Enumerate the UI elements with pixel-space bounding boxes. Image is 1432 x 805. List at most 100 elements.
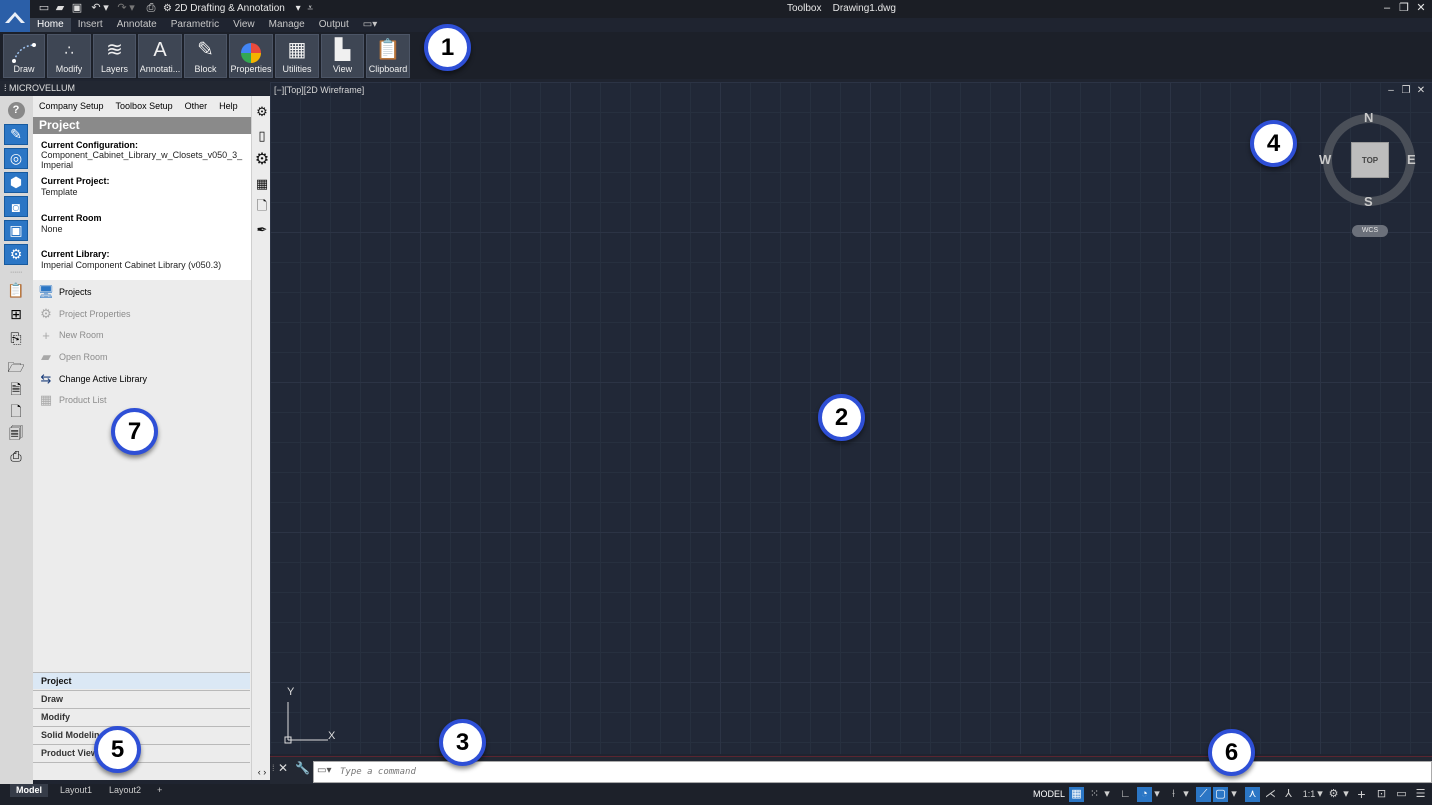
annotation-monitor-icon[interactable]: + [1354,787,1369,802]
print-icon[interactable]: ⎙ [4,446,28,467]
view-button[interactable]: ▙ View [321,34,364,78]
tab-model[interactable]: Model [10,784,48,797]
wrench-customize-icon[interactable]: 🔧 [295,761,310,775]
compass-north[interactable]: N [1364,110,1373,125]
object-snap-tracking-icon[interactable]: ⟋ [1196,787,1211,802]
close-window-button[interactable]: ✕ [1414,1,1428,16]
tab-home[interactable]: Home [30,18,71,32]
report-icon[interactable]: 🗎 [4,380,28,401]
paste-icon[interactable]: 📋 [4,280,28,301]
properties-button[interactable]: Properties [229,34,273,78]
tab-view[interactable]: View [226,18,262,32]
command-history-icon[interactable]: ▭▾ [317,765,331,776]
tab-layout1[interactable]: Layout1 [54,784,98,797]
large-gear-icon[interactable]: ⚙ [254,150,270,170]
plot-print-icon[interactable]: ⎙ [144,2,158,15]
layers-button[interactable]: ≋ Layers [93,34,136,78]
menu-toolbox-setup[interactable]: Toolbox Setup [110,99,179,113]
tab-insert[interactable]: Insert [71,18,110,32]
section-tab-solid-modeling[interactable]: Solid Modeling [33,726,250,743]
settings-gear-icon[interactable]: ⚙ [254,102,270,122]
open-folder-icon[interactable]: ▰ [53,2,67,15]
section-tab-modify[interactable]: Modify [33,708,250,725]
model-space-button[interactable]: MODEL [1031,787,1067,802]
compass-west[interactable]: W [1319,152,1331,167]
auto-scale-icon[interactable]: ⋌ [1263,787,1278,802]
viewcube-top-face[interactable]: TOP [1351,142,1389,178]
section-tab-project[interactable]: Project [33,672,250,689]
grid-display-icon[interactable]: ▦ [1069,787,1084,802]
viewport-minimize-button[interactable]: – [1385,85,1397,96]
page-icon[interactable]: 🗋 [254,196,270,216]
workspace-dropdown-icon[interactable]: ▾ [1342,787,1350,802]
minimize-button[interactable]: – [1380,1,1394,16]
scroll-arrows-icon[interactable]: ‹ › [254,762,270,782]
layout-settings-icon[interactable]: ▣ [4,220,28,241]
restore-button[interactable]: ❐ [1397,1,1411,16]
crop-icon[interactable]: ⊞ [4,304,28,325]
new-room-action[interactable]: + New Room [36,325,103,345]
application-menu-button[interactable] [0,0,30,34]
compass-south[interactable]: S [1364,194,1373,209]
grip-icon[interactable]: ⁞ [272,763,275,773]
osnap-dropdown-icon[interactable]: ▾ [1230,787,1238,802]
projects-action[interactable]: 🖥 Projects [36,282,92,302]
change-active-library-action[interactable]: ⇆ Change Active Library [36,369,148,389]
gear-settings-icon[interactable]: ⚙ [4,244,28,265]
command-input[interactable]: ▭▾ Type a command [313,761,1432,783]
object-snap-icon[interactable]: ▢ [1213,787,1228,802]
new-file-icon[interactable]: ▭ [37,2,51,15]
annotation-scale-icon[interactable]: ⅄ [1281,787,1296,802]
redo-icon[interactable]: ↷ [115,2,129,15]
open-folder-icon[interactable]: 🗁 [4,358,28,379]
undo-icon[interactable]: ↶ [89,2,103,15]
menu-help[interactable]: Help [213,99,244,113]
spreadsheet-icon[interactable]: ▦ [254,174,270,194]
project-properties-action[interactable]: ⚙ Project Properties [36,304,130,324]
clipboard-edit-icon[interactable]: ⎘ [4,328,28,349]
clipboard-button[interactable]: 📋 Clipboard [366,34,410,78]
clean-screen-icon[interactable]: ▭ [1394,787,1409,802]
compass-east[interactable]: E [1407,152,1416,167]
pen-icon[interactable]: ✒ [254,220,270,240]
units-icon[interactable]: ⊡ [1374,787,1389,802]
palette-title-bar[interactable]: ⁞ MICROVELLUM [0,81,270,95]
tab-annotate[interactable]: Annotate [110,18,164,32]
document-icon[interactable]: ▯ [254,126,270,146]
scale-dropdown-icon[interactable]: ▾ [1316,787,1324,802]
isodraft-dropdown-icon[interactable]: ▾ [1182,787,1190,802]
annotation-button[interactable]: A Annotati... [138,34,182,78]
spiral-icon[interactable]: ◎ [4,148,28,169]
section-tab-product-view[interactable]: Product View [33,744,250,761]
save-icon[interactable]: ▣ [70,2,84,15]
add-document-icon[interactable]: 🗋 [4,402,28,423]
tab-output[interactable]: Output [312,18,356,32]
polar-tracking-icon[interactable]: ◔ [1137,787,1152,802]
menu-other[interactable]: Other [179,99,214,113]
camera-icon[interactable]: ◙ [4,196,28,217]
modify-button[interactable]: ∴ Modify [47,34,91,78]
close-command-line-icon[interactable]: ✕ [278,761,288,775]
menu-company-setup[interactable]: Company Setup [33,99,110,113]
workspace-switcher[interactable]: ⚙ 2D Drafting & Annotation ▾ ⩡ [163,2,313,15]
workspace-gear-icon[interactable]: ⚙ [1326,787,1341,802]
isodraft-icon[interactable]: ⟊ [1166,787,1181,802]
ucs-menu-button[interactable]: WCS [1352,225,1388,237]
tab-layout2[interactable]: Layout2 [103,784,147,797]
customize-qat-icon[interactable]: ⩡ [307,3,313,14]
draw-button[interactable]: Draw [3,34,45,78]
utilities-button[interactable]: ▦ Utilities [275,34,319,78]
export-document-icon[interactable]: 🗐 [4,424,28,445]
add-layout-icon[interactable]: + [151,784,168,797]
viewport-close-button[interactable]: ✕ [1415,85,1427,96]
undo-dropdown-icon[interactable]: ▾ [103,2,109,15]
cube-icon[interactable]: ⬢ [4,172,28,193]
block-button[interactable]: ✎ Block [184,34,227,78]
tab-parametric[interactable]: Parametric [164,18,226,32]
pencil-draw-icon[interactable]: ✎ [4,124,28,145]
ortho-icon[interactable]: ∟ [1118,787,1133,802]
snap-mode-icon[interactable]: ⁙ [1087,787,1102,802]
customization-menu-icon[interactable]: ☰ [1413,787,1428,802]
redo-dropdown-icon[interactable]: ▾ [129,2,135,15]
snap-dropdown-icon[interactable]: ▾ [1103,787,1111,802]
